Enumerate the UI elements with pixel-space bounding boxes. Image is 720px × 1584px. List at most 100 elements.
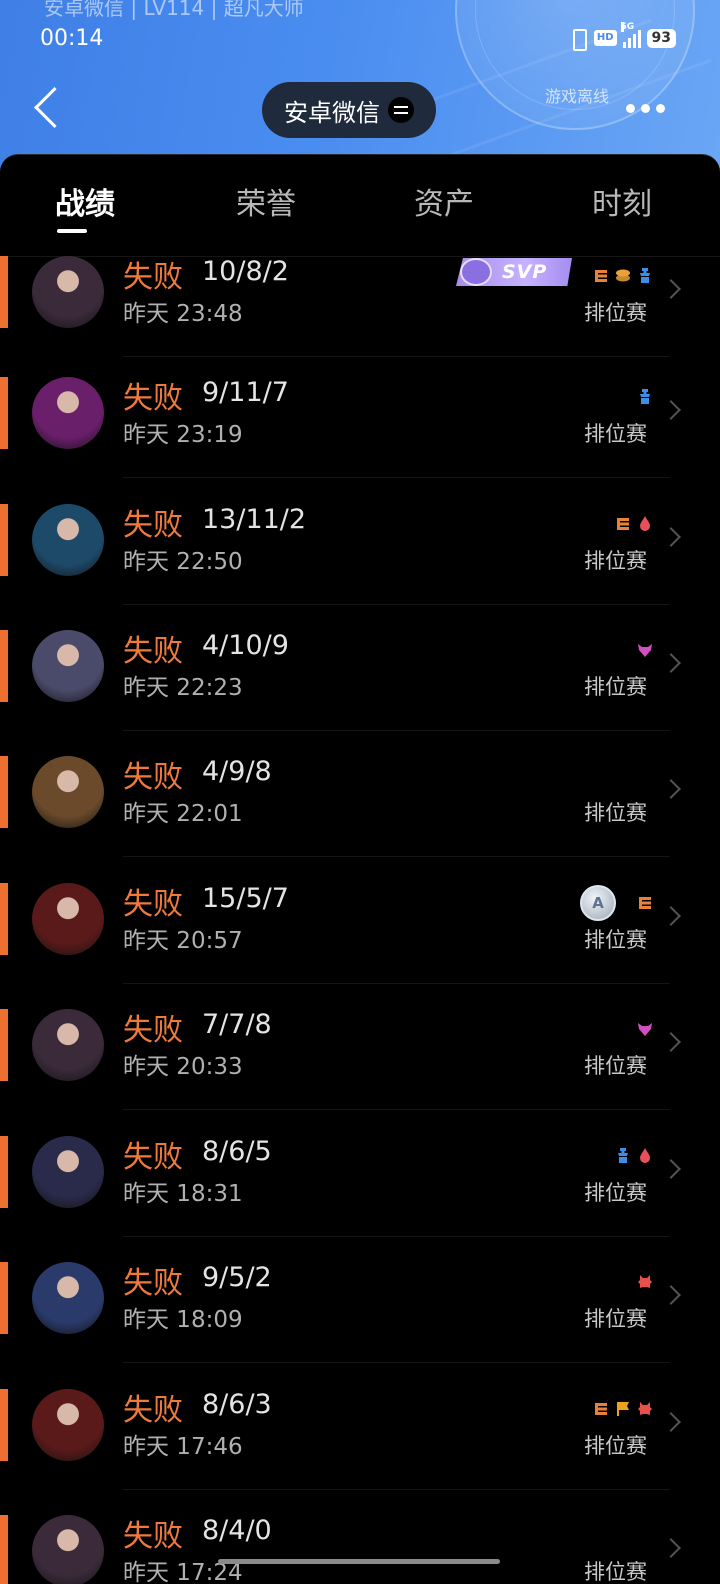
account-name: 安卓微信 [284,98,380,127]
achievement-badges [592,1399,654,1419]
loss-indicator-bar [0,1515,8,1584]
tab-moments[interactable]: 时刻 [592,179,652,223]
match-row[interactable]: 失败 4/9/8 昨天 22:01 排位赛 [0,756,720,883]
signal-icon: 5G [620,22,641,48]
match-result: 失败 [123,760,183,795]
match-time: 昨天 23:19 [123,422,243,448]
hero-avatar [32,1009,104,1081]
loss-indicator-bar [0,630,8,702]
loss-indicator-bar [0,256,8,328]
match-result: 失败 [123,1519,183,1554]
match-row[interactable]: 失败 9/5/2 昨天 18:09 排位赛 [0,1262,720,1389]
match-kda: 8/6/3 [202,1389,272,1420]
hd-icon: HD [593,30,617,46]
match-mode: 排位赛 [584,1054,647,1078]
row-divider [123,1109,670,1110]
match-time: 昨天 22:01 [123,801,243,827]
account-switcher[interactable]: 安卓微信 [262,82,436,138]
row-divider [123,604,670,605]
more-button[interactable] [626,104,665,113]
blood-icon [636,1147,654,1165]
status-time: 00:14 [40,26,104,51]
match-time: 昨天 20:57 [123,928,243,954]
chevron-right-icon [661,1538,681,1558]
match-row[interactable]: 失败 4/10/9 昨天 22:23 排位赛 [0,630,720,757]
hero-avatar [32,1136,104,1208]
match-row[interactable]: 失败 7/7/8 昨天 20:33 排位赛 [0,1009,720,1136]
achievement-badges [592,266,654,286]
match-mode: 排位赛 [584,1560,647,1584]
hero-avatar [32,1389,104,1461]
tower-icon [614,1147,632,1165]
match-row[interactable]: 失败 8/6/3 昨天 17:46 排位赛 [0,1389,720,1516]
home-indicator[interactable] [218,1559,500,1564]
profile-summary-text: 安卓微信 | LV114 | 超凡大师 [44,0,304,20]
chevron-right-icon [661,1032,681,1052]
match-result: 失败 [123,1140,183,1175]
match-kda: 4/9/8 [202,756,272,787]
row-divider [123,856,670,857]
match-row[interactable]: 失败 9/11/7 昨天 23:19 排位赛 [0,377,720,504]
chevron-right-icon [661,779,681,799]
demon-icon [636,641,654,659]
tab-assets[interactable]: 资产 [414,179,474,223]
match-row[interactable]: 失败 8/6/5 昨天 18:31 排位赛 [0,1136,720,1263]
loss-indicator-bar [0,504,8,576]
match-time: 昨天 17:46 [123,1434,243,1460]
back-button[interactable] [30,86,74,130]
svp-badge: SVP [456,258,572,286]
header: 安卓微信 | LV114 | 超凡大师 00:14 HD 5G 93 游戏离线 … [0,0,720,175]
row-divider [123,477,670,478]
demon-icon [636,1020,654,1038]
tab-record[interactable]: 战绩 [55,179,115,223]
match-kda: 7/7/8 [202,1009,272,1040]
achievement-badges [636,1019,654,1039]
three-kill-icon [636,894,654,912]
match-result: 失败 [123,887,183,922]
tab-honor[interactable]: 荣誉 [236,179,296,223]
loss-indicator-bar [0,1136,8,1208]
svp-label: SVP [502,261,548,283]
svp-emblem-icon [460,258,492,286]
match-row[interactable]: 失败 13/11/2 昨天 22:50 排位赛 [0,504,720,631]
match-time: 昨天 22:23 [123,675,243,701]
three-kill-icon [614,515,632,533]
match-result: 失败 [123,1393,183,1428]
match-kda: 15/5/7 [202,883,289,914]
row-divider [123,1236,670,1237]
match-time: 昨天 18:31 [123,1181,243,1207]
match-kda: 13/11/2 [202,504,307,535]
match-mode: 排位赛 [584,1181,647,1205]
hero-avatar [32,1262,104,1334]
match-result: 失败 [123,1266,183,1301]
match-result: 失败 [123,260,183,295]
match-time: 昨天 20:33 [123,1054,243,1080]
loss-indicator-bar [0,1262,8,1334]
loss-indicator-bar [0,756,8,828]
row-divider [123,1489,670,1490]
battery-indicator: 93 [646,28,676,48]
rating-medal: A [580,885,616,921]
row-divider [123,983,670,984]
match-result: 失败 [123,508,183,543]
match-result: 失败 [123,634,183,669]
row-divider [123,730,670,731]
match-mode: 排位赛 [584,422,647,446]
chevron-right-icon [661,906,681,926]
tower-icon [636,267,654,285]
match-mode: 排位赛 [584,1434,647,1458]
match-row[interactable]: 失败 10/8/2 昨天 23:48 SVP 排位赛 [0,256,720,383]
match-row[interactable]: 失败 15/5/7 昨天 20:57 A 排位赛 [0,883,720,1010]
chevron-right-icon [661,527,681,547]
hero-avatar [32,256,104,328]
status-icons: HD 5G 93 [568,22,676,51]
loss-indicator-bar [0,377,8,449]
row-divider [123,356,670,357]
network-label: 5G [620,22,634,32]
match-time: 昨天 17:24 [123,1560,243,1584]
hero-avatar [32,756,104,828]
match-time: 昨天 18:09 [123,1307,243,1333]
match-result: 失败 [123,1013,183,1048]
active-tab-indicator [57,229,87,233]
match-row[interactable]: 失败 8/4/0 昨天 17:24 排位赛 [0,1515,720,1584]
